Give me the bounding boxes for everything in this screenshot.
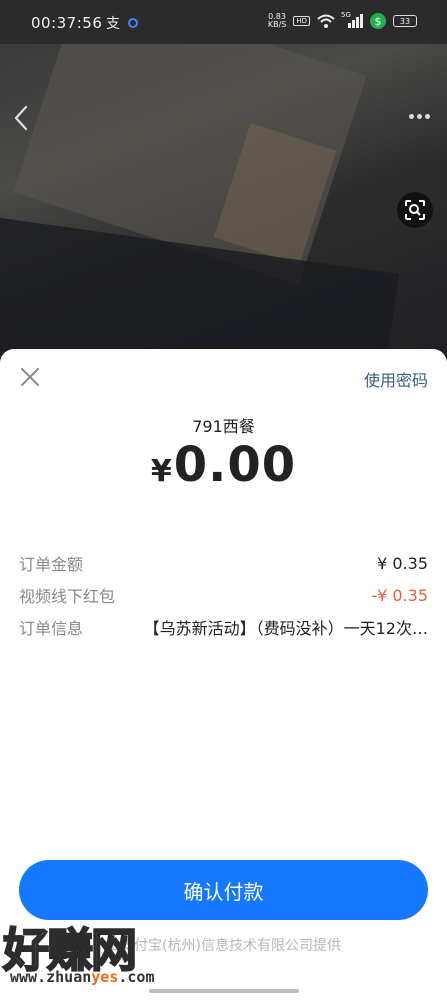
scan-search-icon (405, 200, 425, 220)
close-icon (21, 368, 39, 386)
payment-sheet: 使用密码 791西餐 ¥0.00 订单金额 ¥ 0.35 视频线下红包 -¥ 0… (0, 349, 447, 1000)
scan-button[interactable] (397, 192, 433, 228)
alipay-notification-icon: 支 (106, 16, 120, 32)
network-speed: 0.83 KB/S (268, 13, 287, 29)
hd-badge: HD (293, 16, 310, 26)
status-bar: 00:37:56 支 0.83 KB/S HD 5G $ 33 (0, 0, 447, 44)
order-info-row[interactable]: 订单信息 【乌苏新活动】（费码没补）一天12次… (19, 611, 428, 643)
provider-text: 由支付宝(杭州)信息技术有限公司提供 (106, 938, 341, 954)
confirm-payment-button[interactable]: 确认付款 (19, 860, 428, 920)
amount-value: 0.00 (173, 437, 297, 493)
more-dot (425, 113, 430, 119)
order-amount-value: ¥ 0.35 (377, 553, 428, 573)
home-indicator[interactable] (149, 989, 299, 993)
camera-preview (0, 44, 447, 374)
more-dot (409, 113, 414, 119)
merchant-name: 791西餐 (192, 417, 255, 436)
signal-type: 5G (341, 11, 351, 19)
status-time: 00:37:56 (31, 14, 103, 32)
payment-amount: ¥0.00 (0, 437, 447, 493)
network-speed-unit: KB/S (267, 20, 287, 29)
order-info-label: 订单信息 (19, 619, 84, 638)
app-notification-icon (128, 18, 138, 28)
chevron-left-icon (14, 105, 28, 131)
use-password-link[interactable]: 使用密码 (364, 367, 428, 391)
wifi-icon (317, 14, 335, 28)
battery-icon: 33 (393, 15, 417, 27)
more-dot (417, 113, 422, 119)
close-button[interactable] (18, 365, 42, 389)
order-details: 订单金额 ¥ 0.35 视频线下红包 -¥ 0.35 订单信息 【乌苏新活动】（… (19, 547, 428, 643)
status-icons: 0.83 KB/S HD 5G $ 33 (268, 11, 417, 29)
order-info-value: 【乌苏新活动】（费码没补）一天12次… (143, 619, 428, 638)
back-button[interactable] (10, 104, 34, 132)
order-amount-label: 订单金额 (19, 555, 84, 574)
dollar-app-icon: $ (370, 13, 386, 29)
currency-symbol: ¥ (150, 454, 172, 489)
red-packet-row: 视频线下红包 -¥ 0.35 (19, 579, 428, 611)
more-button[interactable] (409, 108, 435, 124)
red-packet-label: 视频线下红包 (19, 587, 116, 606)
red-packet-value: -¥ 0.35 (371, 585, 428, 605)
order-amount-row: 订单金额 ¥ 0.35 (19, 547, 428, 579)
cell-signal-icon: 5G (341, 11, 363, 28)
